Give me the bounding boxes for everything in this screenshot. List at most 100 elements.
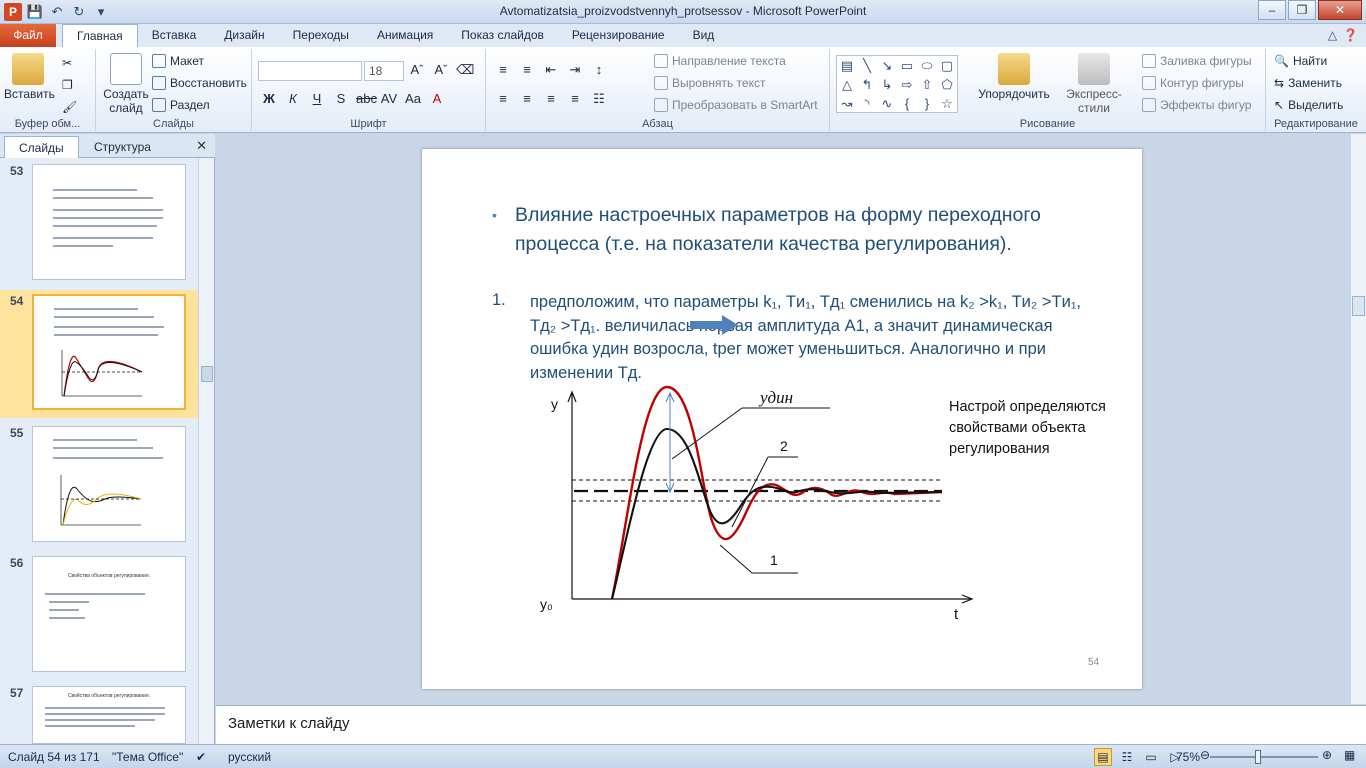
shrink-font-icon[interactable]: Aˇ [432, 62, 450, 78]
thumbnail-row[interactable]: 55 [0, 422, 198, 550]
italic-icon[interactable]: К [284, 91, 302, 106]
slide-thumbnail[interactable]: Свойства объектов регулирования. [32, 686, 186, 744]
change-case-icon[interactable]: Aa [404, 91, 422, 106]
brace-right-shape-icon[interactable]: } [917, 94, 937, 113]
rectangle-shape-icon[interactable]: ▭ [897, 56, 917, 75]
bold-icon[interactable]: Ж [260, 91, 278, 106]
freeform-shape-icon[interactable]: ∿ [877, 94, 897, 113]
reset-button[interactable]: Восстановить [152, 73, 247, 93]
shape-effects-button[interactable]: Эффекты фигур [1142, 95, 1251, 115]
normal-view-icon[interactable]: ▤ [1094, 748, 1112, 766]
zoom-in-icon[interactable]: ⊕ [1322, 748, 1332, 762]
line-spacing-icon[interactable]: ↕ [590, 62, 608, 78]
right-arrow-shape-icon[interactable]: ⇨ [897, 75, 917, 94]
align-right-icon[interactable]: ≡ [542, 91, 560, 107]
new-slide-button[interactable]: Создать слайд [100, 53, 152, 115]
font-name-combo[interactable] [258, 61, 362, 81]
oval-shape-icon[interactable]: ⬭ [917, 56, 937, 75]
star-shape-icon[interactable]: ☆ [937, 94, 957, 113]
align-text-button[interactable]: Выровнять текст [654, 73, 765, 93]
arrow-line-shape-icon[interactable]: ↘ [877, 56, 897, 75]
minimize-ribbon-icon[interactable]: △ [1328, 28, 1337, 42]
spacing-icon[interactable]: AV [380, 91, 398, 106]
brace-left-shape-icon[interactable]: { [897, 94, 917, 113]
maximize-button[interactable]: ❐ [1288, 0, 1316, 20]
strikethrough-icon[interactable]: abc [356, 91, 377, 106]
thumbnail-row-selected[interactable]: 54 [0, 290, 198, 418]
smartart-button[interactable]: Преобразовать в SmartArt [654, 95, 818, 115]
clear-format-icon[interactable]: ⌫ [456, 62, 474, 78]
copy-button[interactable]: ❐ [62, 75, 73, 95]
shapes-gallery[interactable]: ▤ ╲ ↘ ▭ ⬭ ▢ △ ↰ ↳ ⇨ ⇧ ⬠ ↝ ◝ ∿ { } ☆ [836, 55, 958, 113]
zoom-slider-knob[interactable] [1255, 750, 1261, 764]
font-size-combo[interactable]: 18 [364, 61, 404, 81]
language-indicator[interactable]: русский [228, 750, 271, 764]
slide-sorter-view-icon[interactable]: ☷ [1118, 748, 1136, 766]
replace-button[interactable]: ⇆ Заменить [1274, 73, 1342, 93]
shape-outline-button[interactable]: Контур фигуры [1142, 73, 1244, 93]
layout-button[interactable]: Макет [152, 51, 204, 71]
close-panel-icon[interactable]: ✕ [196, 138, 207, 154]
connector-shape-icon[interactable]: ↰ [857, 75, 877, 94]
tab-design[interactable]: Дизайн [210, 24, 278, 48]
thumbnail-row[interactable]: 53 [0, 160, 198, 288]
slide-scroll-thumb[interactable] [1352, 296, 1365, 316]
tab-slides-panel[interactable]: Слайды [4, 136, 79, 158]
zoom-slider[interactable] [1210, 756, 1318, 758]
panel-scrollbar[interactable] [198, 158, 214, 744]
up-arrow-shape-icon[interactable]: ⇧ [917, 75, 937, 94]
reading-view-icon[interactable]: ▭ [1142, 748, 1160, 766]
slide-scrollbar[interactable] [1350, 134, 1366, 704]
zoom-out-icon[interactable]: ⊖ [1200, 748, 1210, 762]
tab-insert[interactable]: Вставка [138, 24, 211, 48]
rounded-rect-shape-icon[interactable]: ▢ [937, 56, 957, 75]
tab-view[interactable]: Вид [679, 24, 729, 48]
tab-outline-panel[interactable]: Структура [80, 136, 165, 158]
justify-icon[interactable]: ≡ [566, 91, 584, 107]
tab-slideshow[interactable]: Показ слайдов [447, 24, 558, 48]
tab-file[interactable]: Файл [0, 24, 56, 47]
slide-canvas[interactable]: • Влияние настроечных параметров на форм… [422, 149, 1142, 689]
arc-shape-icon[interactable]: ◝ [857, 94, 877, 113]
quick-styles-button[interactable]: Экспресс-стили [1052, 53, 1136, 115]
tab-transitions[interactable]: Переходы [279, 24, 363, 48]
elbow-shape-icon[interactable]: ↳ [877, 75, 897, 94]
shape-fill-button[interactable]: Заливка фигуры [1142, 51, 1252, 71]
pentagon-shape-icon[interactable]: ⬠ [937, 75, 957, 94]
section-button[interactable]: Раздел [152, 95, 210, 115]
help-icon[interactable]: ❓ [1343, 28, 1358, 42]
cut-button[interactable]: ✂ [62, 53, 72, 73]
tab-animations[interactable]: Анимация [363, 24, 447, 48]
align-center-icon[interactable]: ≡ [518, 91, 536, 107]
thumbnail-row[interactable]: 57 Свойства объектов регулирования. [0, 682, 198, 744]
theme-name[interactable]: "Тема Office" [112, 750, 183, 764]
slide-thumbnail-selected[interactable] [32, 294, 186, 410]
find-button[interactable]: 🔍 Найти [1274, 51, 1327, 71]
close-button[interactable]: ✕ [1318, 0, 1362, 20]
slide-thumbnail[interactable]: Свойства объектов регулирования. [32, 556, 186, 672]
underline-icon[interactable]: Ч [308, 91, 326, 106]
notes-pane[interactable]: Заметки к слайду [216, 705, 1366, 744]
decrease-indent-icon[interactable]: ⇤ [542, 62, 560, 78]
slide-thumbnail[interactable] [32, 426, 186, 542]
tab-home[interactable]: Главная [62, 24, 138, 48]
text-direction-button[interactable]: Направление текста [654, 51, 786, 71]
minimize-button[interactable]: – [1258, 0, 1286, 20]
fit-to-window-icon[interactable]: ▦ [1344, 748, 1355, 762]
tab-review[interactable]: Рецензирование [558, 24, 679, 48]
grow-font-icon[interactable]: Aˆ [408, 62, 426, 78]
triangle-shape-icon[interactable]: △ [837, 75, 857, 94]
slide-thumbnail[interactable] [32, 164, 186, 280]
align-left-icon[interactable]: ≡ [494, 91, 512, 107]
zoom-level[interactable]: 75% [1176, 750, 1200, 764]
spellcheck-icon[interactable]: ✔ [196, 750, 206, 764]
font-color-icon[interactable]: A [428, 91, 446, 106]
select-button[interactable]: ↖ Выделить [1274, 95, 1343, 115]
columns-icon[interactable]: ☷ [590, 91, 608, 107]
thumbnail-row[interactable]: 56 Свойства объектов регулирования. [0, 552, 198, 680]
increase-indent-icon[interactable]: ⇥ [566, 62, 584, 78]
arrange-button[interactable]: Упорядочить [978, 53, 1050, 101]
line-shape-icon[interactable]: ╲ [857, 56, 877, 75]
panel-scroll-thumb[interactable] [201, 366, 213, 382]
textbox-shape-icon[interactable]: ▤ [837, 56, 857, 75]
